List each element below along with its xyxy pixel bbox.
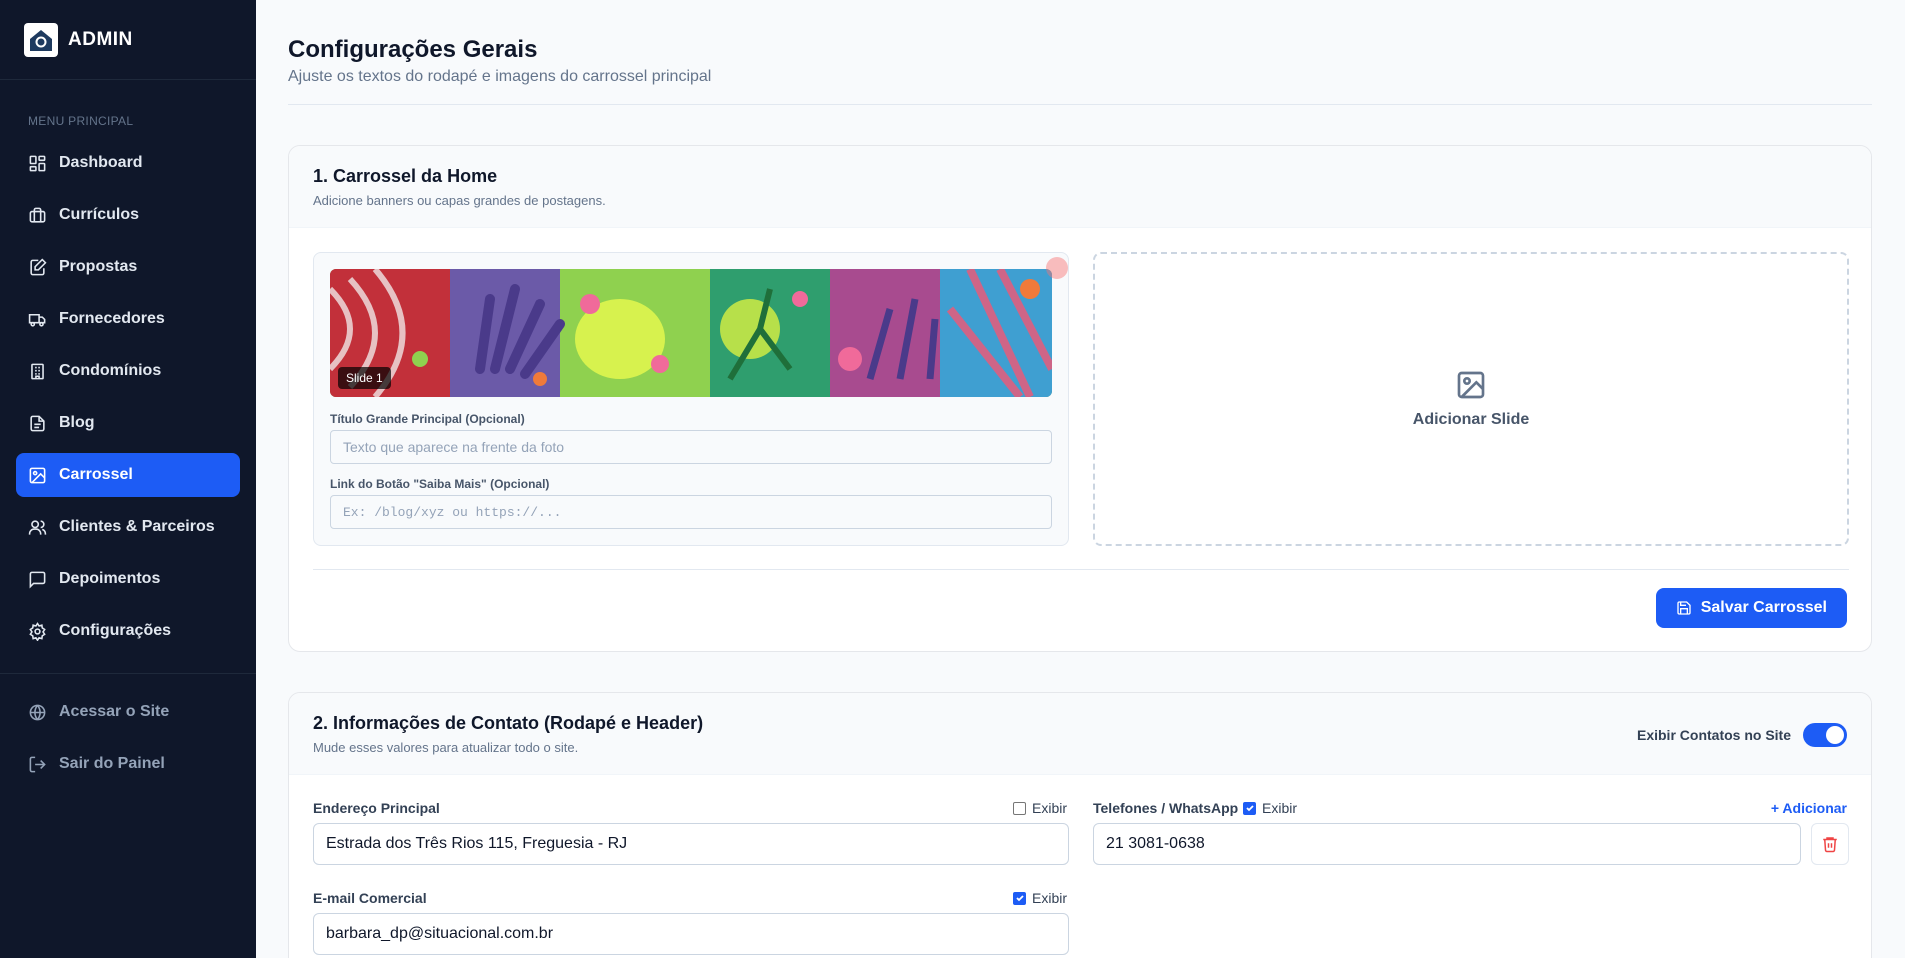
menu-section-label: MENU PRINCIPAL — [28, 114, 134, 128]
email-show-label: Exibir — [1032, 890, 1068, 906]
show-contacts-toggle[interactable] — [1803, 723, 1847, 747]
sidebar-divider — [0, 673, 256, 674]
edit-document-icon — [30, 257, 47, 275]
sidebar-footer-nav: Acessar o Site Sair do Painel — [16, 690, 240, 794]
trash-icon — [1823, 837, 1837, 853]
email-label: E-mail Comercial — [313, 890, 427, 906]
truck-icon — [28, 313, 46, 327]
slide-item: Slide 1 Título Grande Principal (Opciona… — [313, 252, 1069, 546]
delete-phone-button[interactable] — [1811, 823, 1849, 865]
contact-card-title: 2. Informações de Contato (Rodapé e Head… — [313, 713, 704, 733]
add-slide-button[interactable]: Adicionar Slide — [1093, 252, 1849, 546]
slide-link-label: Link do Botão "Saiba Mais" (Opcional) — [330, 477, 550, 491]
gear-icon — [29, 621, 46, 641]
sidebar-item-label: Currículos — [59, 206, 140, 223]
add-slide-label: Adicionar Slide — [1412, 411, 1530, 428]
sidebar-item-label: Clientes & Parceiros — [59, 518, 215, 535]
sidebar-nav: Dashboard Currículos Propostas Fornecedo… — [16, 141, 240, 661]
sidebar-item-propostas[interactable]: Propostas — [16, 245, 240, 289]
sidebar-item-label: Depoimentos — [59, 570, 161, 587]
sidebar-item-configuracoes[interactable]: Configurações — [16, 609, 240, 653]
add-phone-button[interactable]: + Adicionar — [1771, 800, 1847, 816]
save-icon — [1677, 601, 1691, 615]
contact-card-header: 2. Informações de Contato (Rodapé e Head… — [289, 693, 1871, 775]
carousel-card-header: 1. Carrossel da Home Adicione banners ou… — [289, 146, 1871, 228]
checkbox-checked-icon — [1013, 891, 1026, 905]
sidebar-item-label: Blog — [59, 414, 95, 431]
carousel-divider — [313, 569, 1849, 570]
page-subtitle: Ajuste os textos do rodapé e imagens do … — [288, 68, 712, 85]
phones-show-label: Exibir — [1262, 800, 1298, 816]
carousel-card-title: 1. Carrossel da Home — [313, 166, 498, 186]
remove-slide-button[interactable] — [1046, 257, 1068, 279]
contact-card: 2. Informações de Contato (Rodapé e Head… — [288, 692, 1872, 958]
save-carousel-button[interactable]: Salvar Carrossel — [1655, 588, 1847, 628]
sidebar-item-sair[interactable]: Sair do Painel — [16, 742, 240, 786]
sidebar-item-label: Fornecedores — [59, 310, 165, 327]
address-input[interactable] — [313, 823, 1069, 865]
image-plus-icon — [1457, 371, 1485, 399]
sidebar-item-label: Acessar o Site — [59, 703, 170, 720]
page-title: Configurações Gerais — [288, 36, 538, 63]
sidebar-item-label: Dashboard — [59, 154, 143, 171]
sidebar-item-dashboard[interactable]: Dashboard — [16, 141, 240, 185]
building-icon — [31, 363, 44, 379]
slide-image: Slide 1 — [330, 269, 1052, 397]
slide-link-input[interactable] — [330, 495, 1052, 529]
users-icon — [28, 519, 47, 535]
phone-input[interactable] — [1093, 823, 1801, 865]
sidebar-item-acessar-site[interactable]: Acessar o Site — [16, 690, 240, 734]
sidebar-item-label: Sair do Painel — [59, 755, 165, 772]
message-icon — [29, 571, 46, 589]
brand[interactable]: ADMIN — [0, 0, 256, 80]
phones-label: Telefones / WhatsApp — [1093, 800, 1239, 816]
email-input[interactable] — [313, 913, 1069, 955]
logout-icon — [29, 756, 46, 772]
image-icon — [29, 467, 46, 483]
checkbox-checked-icon — [1243, 801, 1256, 815]
briefcase-icon — [29, 207, 46, 223]
address-label: Endereço Principal — [313, 800, 440, 816]
address-show-label: Exibir — [1032, 800, 1068, 816]
checkbox-unchecked-icon — [1013, 801, 1026, 815]
sidebar-item-fornecedores[interactable]: Fornecedores — [16, 297, 240, 341]
logo-icon — [24, 22, 58, 57]
sidebar-item-blog[interactable]: Blog — [16, 401, 240, 445]
contact-card-description: Mude esses valores para atualizar todo o… — [313, 740, 579, 755]
globe-icon — [29, 704, 46, 720]
save-carousel-label: Salvar Carrossel — [1700, 599, 1827, 616]
sidebar-item-depoimentos[interactable]: Depoimentos — [16, 557, 240, 601]
dashboard-icon — [29, 155, 46, 171]
sidebar-item-label: Condomínios — [59, 362, 162, 379]
sidebar-item-curriculos[interactable]: Currículos — [16, 193, 240, 237]
phones-show-checkbox[interactable]: Exibir — [1243, 800, 1297, 816]
carousel-card: 1. Carrossel da Home Adicione banners ou… — [288, 145, 1872, 652]
toggle-knob — [1826, 726, 1844, 744]
sidebar-item-label: Carrossel — [59, 466, 133, 483]
show-contacts-toggle-group: Exibir Contatos no Site — [1637, 723, 1847, 747]
header-divider — [288, 104, 1872, 105]
sidebar-item-condominios[interactable]: Condomínios — [16, 349, 240, 393]
slide-badge: Slide 1 — [338, 367, 391, 389]
sidebar-item-label: Configurações — [59, 622, 172, 639]
sidebar: ADMIN MENU PRINCIPAL Dashboard Currículo… — [0, 0, 256, 958]
slide-title-input[interactable] — [330, 430, 1052, 464]
brand-title: ADMIN — [68, 28, 133, 50]
document-icon — [30, 415, 45, 431]
email-show-checkbox[interactable]: Exibir — [1013, 890, 1067, 906]
carousel-card-description: Adicione banners ou capas grandes de pos… — [313, 193, 606, 208]
address-show-checkbox[interactable]: Exibir — [1013, 800, 1067, 816]
sidebar-item-label: Propostas — [59, 258, 138, 275]
sidebar-item-clientes[interactable]: Clientes & Parceiros — [16, 505, 240, 549]
sidebar-item-carrossel[interactable]: Carrossel — [16, 453, 240, 497]
show-contacts-label: Exibir Contatos no Site — [1636, 727, 1791, 743]
slide-title-label: Título Grande Principal (Opcional) — [330, 412, 525, 426]
